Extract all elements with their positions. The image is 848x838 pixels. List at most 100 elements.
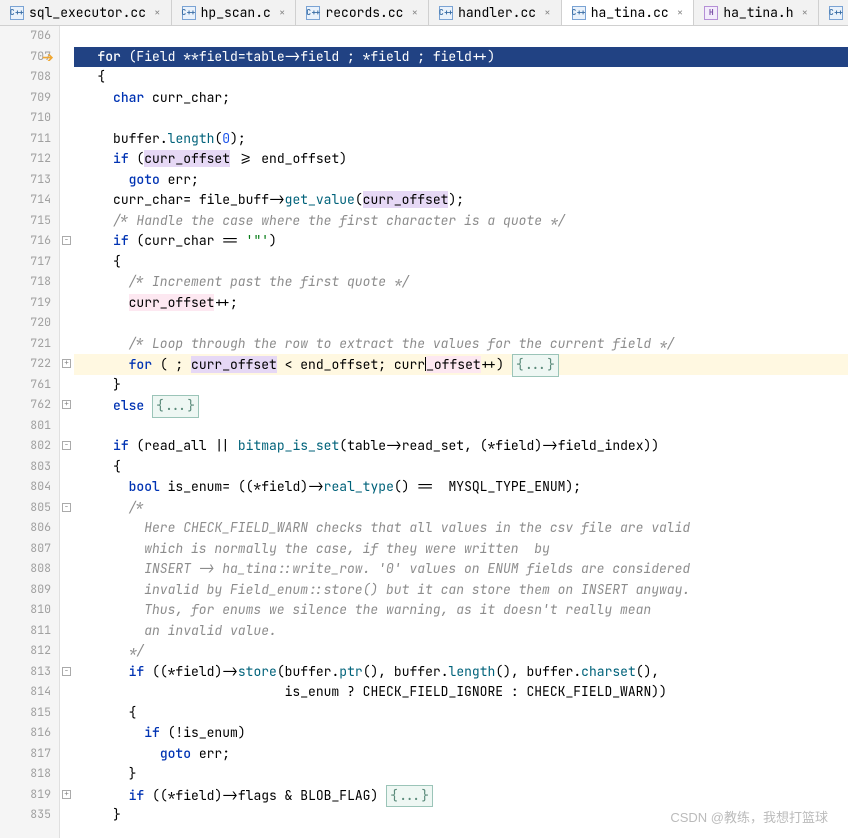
tab-hp_scan-c[interactable]: C++hp_scan.c× xyxy=(172,0,297,25)
token-id: file_buff xyxy=(199,191,269,208)
token-cm: /* Loop through the row to extract the v… xyxy=(129,335,675,352)
token-p: ((* xyxy=(144,663,175,680)
token-p: ) xyxy=(339,150,347,167)
fold-expand-icon[interactable]: + xyxy=(62,790,71,799)
code-line[interactable] xyxy=(74,26,848,47)
token-id: buffer xyxy=(527,663,574,680)
code-line[interactable]: /* Loop through the row to extract the v… xyxy=(74,334,848,355)
close-icon[interactable]: × xyxy=(411,6,418,20)
code-line[interactable]: char curr_char; xyxy=(74,88,848,109)
code-line[interactable] xyxy=(74,313,848,334)
folded-code-placeholder[interactable]: {...} xyxy=(512,354,559,377)
code-line[interactable]: for (Field **field=table->field ; *field… xyxy=(74,47,848,68)
fold-expand-icon[interactable]: + xyxy=(62,359,71,368)
token-kw: goto xyxy=(129,171,160,188)
code-line[interactable]: if (!is_enum) xyxy=(74,723,848,744)
token-p: ( xyxy=(339,437,347,454)
code-line[interactable]: Here CHECK_FIELD_WARN checks that all va… xyxy=(74,518,848,539)
code-line[interactable]: curr_char= file_buff->get_value(curr_off… xyxy=(74,190,848,211)
code-line[interactable]: { xyxy=(74,457,848,478)
token-hluw: curr_offset xyxy=(129,294,215,311)
code-line[interactable]: } xyxy=(74,375,848,396)
token-p: ) xyxy=(370,787,386,804)
token-kw: if xyxy=(129,663,145,680)
code-line[interactable]: else {...} xyxy=(74,395,848,416)
token-kw: for xyxy=(97,48,120,65)
tab-label: records.cc xyxy=(325,4,403,21)
fold-collapse-icon[interactable]: − xyxy=(62,667,71,676)
code-line[interactable]: goto err; xyxy=(74,744,848,765)
code-line[interactable]: INSERT -> ha_tina::write_row. '0' values… xyxy=(74,559,848,580)
tab-ha_tina-h[interactable]: Hha_tina.h× xyxy=(694,0,819,25)
code-line[interactable]: which is normally the case, if they were… xyxy=(74,539,848,560)
close-icon[interactable]: × xyxy=(677,6,684,20)
code-line[interactable]: is_enum ? CHECK_FIELD_IGNORE : CHECK_FIE… xyxy=(74,682,848,703)
line-number: 806 xyxy=(0,518,51,539)
code-line[interactable]: } xyxy=(74,764,848,785)
close-icon[interactable]: × xyxy=(802,6,809,20)
tab-ha_tina-cc[interactable]: C++ha_tina.cc× xyxy=(562,0,695,25)
token-id: read_set xyxy=(402,437,464,454)
close-icon[interactable]: × xyxy=(279,6,286,20)
token-id: is_enum xyxy=(168,478,223,495)
line-number: 810 xyxy=(0,600,51,621)
tab-sql_executor-cc[interactable]: C++sql_executor.cc× xyxy=(0,0,172,25)
code-line[interactable]: curr_offset++; xyxy=(74,293,848,314)
code-line[interactable]: if ((*field)->flags & BLOB_FLAG) {...} xyxy=(74,785,848,806)
code-line[interactable]: /* Handle the case where the first chara… xyxy=(74,211,848,232)
execution-arrow-icon: ➔ xyxy=(42,49,54,67)
tab-records-cc[interactable]: C++ records.cc × xyxy=(296,0,429,25)
code-area[interactable]: for (Field **field=table->field ; *field… xyxy=(74,26,848,838)
code-line[interactable]: if ((*field)->store(buffer.ptr(), buffer… xyxy=(74,662,848,683)
token-p: . xyxy=(160,130,168,147)
fold-expand-icon[interactable]: + xyxy=(62,400,71,409)
code-line[interactable]: /* xyxy=(74,498,848,519)
token-p: = xyxy=(183,191,199,208)
code-line[interactable]: /* Increment past the first quote */ xyxy=(74,272,848,293)
code-line[interactable]: bool is_enum= ((*field)->real_type() == … xyxy=(74,477,848,498)
folded-code-placeholder[interactable]: {...} xyxy=(386,785,433,808)
fold-column: − + + − − − + xyxy=(60,26,74,838)
watermark-text: CSDN @教练，我想打篮球 xyxy=(670,807,828,826)
token-p: (Field **field=table->field ; *field ; f… xyxy=(121,48,495,65)
folded-code-placeholder[interactable]: {...} xyxy=(152,395,199,418)
line-number: 710 xyxy=(0,108,51,129)
line-number: 803 xyxy=(0,457,51,478)
fold-collapse-icon[interactable]: − xyxy=(62,503,71,512)
code-line[interactable]: { xyxy=(74,703,848,724)
code-line[interactable]: goto err; xyxy=(74,170,848,191)
code-line[interactable]: { xyxy=(74,67,848,88)
token-p: ++) xyxy=(481,356,512,373)
line-number: 762 xyxy=(0,395,51,416)
token-cm: /* xyxy=(129,499,145,516)
token-p: ( ; xyxy=(152,356,191,373)
line-number: 719 xyxy=(0,293,51,314)
token-hlu: curr_offset xyxy=(144,150,230,167)
code-line[interactable]: for ( ; curr_offset < end_offset; curr_o… xyxy=(74,354,848,375)
code-line[interactable]: */ xyxy=(74,641,848,662)
line-number: 715 xyxy=(0,211,51,232)
code-line[interactable]: invalid by Field_enum::store() but it ca… xyxy=(74,580,848,601)
line-number: 804 xyxy=(0,477,51,498)
line-number: 818 xyxy=(0,764,51,785)
code-line[interactable]: if (curr_offset >= end_offset) xyxy=(74,149,848,170)
close-icon[interactable]: × xyxy=(154,6,161,20)
code-line[interactable]: an invalid value. xyxy=(74,621,848,642)
line-number: 805 xyxy=(0,498,51,519)
code-line[interactable]: { xyxy=(74,252,848,273)
tab-handler-cc[interactable]: C++handler.cc× xyxy=(429,0,562,25)
code-line[interactable]: Thus, for enums we silence the warning, … xyxy=(74,600,848,621)
close-icon[interactable]: × xyxy=(544,6,551,20)
code-line[interactable]: if (curr_char == '"') xyxy=(74,231,848,252)
code-line[interactable]: buffer.length(0); xyxy=(74,129,848,150)
code-line[interactable] xyxy=(74,416,848,437)
code-line[interactable] xyxy=(74,108,848,129)
tab-ha_heap-cc[interactable]: C++ha_heap.cc xyxy=(819,0,848,25)
fold-collapse-icon[interactable]: − xyxy=(62,441,71,450)
token-p: & xyxy=(277,787,300,804)
cpp-file-icon: C++ xyxy=(306,6,320,20)
code-line[interactable]: if (read_all || bitmap_is_set(table->rea… xyxy=(74,436,848,457)
fold-collapse-icon[interactable]: − xyxy=(62,236,71,245)
token-p: ); xyxy=(230,130,246,147)
cpp-file-icon: C++ xyxy=(829,6,843,20)
